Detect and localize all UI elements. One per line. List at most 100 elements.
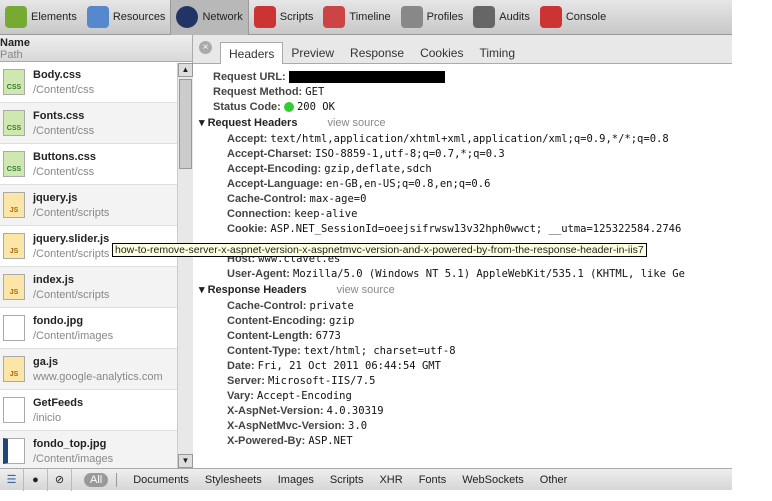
js-file-icon: JS [3,192,25,218]
file-path: /inicio [33,411,62,424]
response-header-row: X-AspNetMvc-Version: 3.0 [227,420,732,435]
scroll-thumb[interactable] [179,79,192,169]
header-name: Accept-Encoding: [227,163,322,175]
header-name: Accept-Language: [227,178,323,190]
request-headers-section[interactable]: ▾ Request Headers view source [199,116,732,133]
file-name: Body.css [33,68,82,81]
file-path: /Content/images [33,329,114,342]
request-header-row: Accept-Charset: ISO-8859-1,utf-8;q=0.7,*… [227,148,732,163]
header-name: X-Powered-By: [227,435,306,447]
file-path: /Content/images [33,452,114,465]
header-name: Cookie: [227,223,268,235]
response-header-row: Date: Fri, 21 Oct 2011 06:44:54 GMT [227,360,732,375]
header-name: Accept-Charset: [227,148,312,160]
toolbar-label: Elements [31,11,77,23]
filter-websockets[interactable]: WebSockets [462,474,524,486]
request-header-row: User-Agent: Mozilla/5.0 (Windows NT 5.1)… [227,268,732,283]
response-header-row: Content-Encoding: gzip [227,315,732,330]
header-value: gzip [329,315,355,327]
header-value: ISO-8859-1,utf-8;q=0.7,*;q=0.3 [315,148,505,160]
filter-documents[interactable]: Documents [133,474,189,486]
response-headers-section[interactable]: ▾ Response Headers view source [199,283,732,300]
toolbar-resources[interactable]: Resources [82,0,171,35]
filter-fonts[interactable]: Fonts [419,474,447,486]
toolbar-label: Profiles [426,11,464,23]
header-name: Content-Type: [227,345,301,357]
filter-other[interactable]: Other [540,474,568,486]
toolbar-profiles[interactable]: Profiles [396,0,469,35]
response-header-row: Content-Length: 6773 [227,330,732,345]
headers-content: Request URL: Request Method: GET Status … [193,64,732,450]
list-item[interactable]: JS jquery.js/Content/scripts [0,185,177,226]
tab-cookies[interactable]: Cookies [412,42,471,63]
header-value: Mozilla/5.0 (Windows NT 5.1) AppleWebKit… [293,268,685,280]
file-path: www.google-analytics.com [33,370,163,383]
css-file-icon: CSS [3,110,25,136]
header-value: keep-alive [294,208,358,220]
panel-toolbar: Elements Resources Network Scripts Timeline P… [0,0,732,35]
list-item[interactable]: fondo_top.jpg/Content/images [0,431,177,472]
clear-icon[interactable]: ⊘ [48,468,72,491]
list-item[interactable]: GetFeeds/inicio [0,390,177,431]
response-view-source-link[interactable]: view source [337,284,395,296]
list-item[interactable]: CSS Fonts.css/Content/css [0,103,177,144]
file-name: Fonts.css [33,109,85,122]
file-path: /Content/css [33,165,95,178]
resources-icon [86,6,109,28]
large-rows-icon[interactable]: ☰ [0,468,24,491]
filter-stylesheets[interactable]: Stylesheets [205,474,262,486]
toolbar-audits[interactable]: Audits [468,0,535,35]
list-item[interactable]: CSS Buttons.css/Content/css [0,144,177,185]
tab-preview[interactable]: Preview [283,42,342,63]
toolbar-console[interactable]: Console [535,0,611,35]
toolbar-network[interactable]: Network [170,0,249,35]
tab-timing[interactable]: Timing [471,42,523,63]
request-view-source-link[interactable]: view source [327,117,385,129]
file-path: /Content/scripts [33,206,110,219]
header-name: Content-Encoding: [227,315,326,327]
list-item[interactable]: CSS Body.css/Content/css [0,62,177,103]
header-name: Date: [227,360,255,372]
header-value: max-age=0 [309,193,367,205]
header-value: Microsoft-IIS/7.5 [267,375,376,387]
path-column-header[interactable]: Path [0,49,23,61]
list-item[interactable]: fondo.jpg/Content/images [0,308,177,349]
status-ok-icon [283,102,294,113]
header-name: X-AspNetMvc-Version: [227,420,345,432]
toolbar-label: Timeline [349,11,391,23]
timeline-icon [323,6,346,28]
name-column-header[interactable]: Name [0,37,192,49]
header-name: Vary: [227,390,254,402]
file-name: ga.js [33,355,59,368]
list-header[interactable]: Name Path [0,35,192,62]
header-value: text/html; charset=utf-8 [303,345,456,357]
request-headers-title: Request Headers [207,117,298,129]
header-value: text/html,application/xhtml+xml,applicat… [270,133,669,145]
status-code-value: 200 OK [296,101,335,113]
toolbar-timeline[interactable]: Timeline [318,0,395,35]
filter-scripts[interactable]: Scripts [330,474,364,486]
list-item[interactable]: JS ga.js www.google-analytics.com [0,349,177,390]
filter-all[interactable]: All [84,472,109,487]
list-item[interactable]: JS index.js/Content/scripts [0,267,177,308]
header-value: en-GB,en-US;q=0.8,en;q=0.6 [326,178,491,190]
console-icon [539,6,562,28]
response-header-row: X-AspNet-Version: 4.0.30319 [227,405,732,420]
filter-xhr[interactable]: XHR [379,474,402,486]
tab-headers[interactable]: Headers [220,42,284,64]
record-icon[interactable]: ● [24,468,48,491]
css-file-icon: CSS [3,69,25,95]
close-icon[interactable]: × [199,41,212,54]
tab-response[interactable]: Response [342,42,412,63]
list-scrollbar[interactable]: ▲ ▼ [177,63,193,468]
filter-images[interactable]: Images [278,474,314,486]
header-name: Cache-Control: [227,193,307,205]
toolbar-elements[interactable]: Elements [0,0,82,35]
scroll-up-button[interactable]: ▲ [178,63,193,77]
js-file-icon: JS [3,356,25,382]
response-header-row: Server: Microsoft-IIS/7.5 [227,375,732,390]
toolbar-scripts[interactable]: Scripts [249,0,319,35]
file-name: GetFeeds [33,396,84,409]
header-value: ASP.NET_SessionId=oeejsifrwsw13v32hph0ww… [270,223,682,235]
scroll-down-button[interactable]: ▼ [178,454,193,468]
